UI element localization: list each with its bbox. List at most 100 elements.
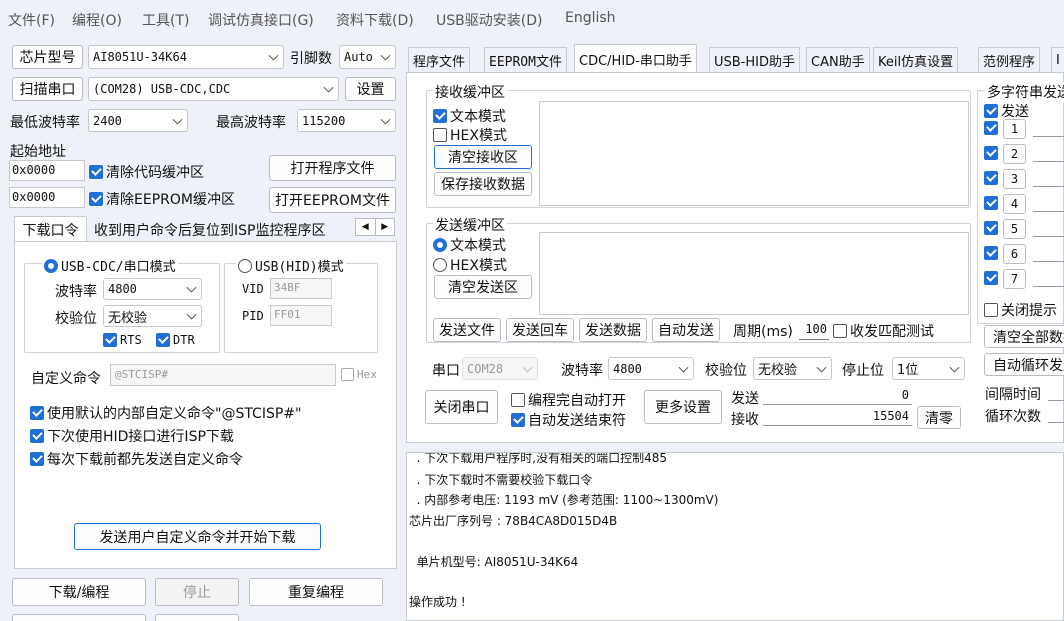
scan-port-button[interactable]: 扫描串口 — [12, 77, 83, 101]
open-eeprom-file-button[interactable]: 打开EEPROM文件 — [269, 187, 396, 213]
stop-button[interactable]: 停止 — [155, 578, 239, 606]
send-hex-mode-radio[interactable]: HEX模式 — [433, 255, 507, 275]
partial-button[interactable] — [155, 614, 239, 621]
clear-receive-button[interactable]: 清空接收区 — [434, 145, 532, 169]
multi-row-send-button[interactable]: 2 — [1003, 144, 1026, 164]
tab-examples[interactable]: 范例程序 — [978, 47, 1041, 72]
chip-type-select[interactable]: AI8051U-34K64 — [88, 45, 284, 69]
port-select[interactable]: (COM28) USB-CDC,CDC — [88, 77, 339, 101]
dtr-checkbox[interactable]: DTR — [156, 333, 195, 347]
period-input[interactable]: 100 — [799, 320, 829, 340]
tab-eeprom-file[interactable]: EEPROM文件 — [484, 47, 567, 72]
settings-button[interactable]: 设置 — [345, 77, 396, 101]
tab-download-password[interactable]: 下载口令 — [14, 216, 87, 242]
menu-debug[interactable]: 调试仿真接口(G) — [208, 10, 314, 30]
stop-bits-select[interactable]: 1位 — [892, 357, 965, 380]
multi-row-checkbox[interactable] — [984, 196, 1001, 210]
auto-send-button[interactable]: 自动发送 — [652, 318, 720, 342]
open-program-file-button[interactable]: 打开程序文件 — [269, 155, 396, 181]
multi-row-checkbox[interactable] — [984, 271, 1001, 285]
send-text-mode-radio[interactable]: 文本模式 — [433, 235, 506, 255]
more-settings-button[interactable]: 更多设置 — [644, 390, 722, 424]
multi-row-send-button[interactable]: 7 — [1003, 269, 1026, 289]
menu-download[interactable]: 资料下载(D) — [336, 10, 414, 30]
multi-row-input[interactable] — [1033, 161, 1064, 162]
multi-row-send-button[interactable]: 4 — [1003, 194, 1026, 214]
receive-textarea[interactable] — [539, 101, 969, 206]
tab-keil-sim[interactable]: Keil仿真设置 — [873, 47, 959, 72]
serial-parity-select[interactable]: 无校验 — [753, 357, 832, 380]
multi-row-checkbox[interactable] — [984, 171, 1001, 185]
max-baud-select[interactable]: 115200 — [297, 109, 396, 132]
partial-button[interactable] — [12, 614, 146, 621]
loop-count-input[interactable] — [1048, 422, 1064, 423]
send-file-button[interactable]: 发送文件 — [433, 318, 501, 342]
multi-row-input[interactable] — [1033, 236, 1064, 237]
repeat-program-button[interactable]: 重复编程 — [249, 578, 383, 606]
chip-type-button[interactable]: 芯片型号 — [12, 45, 83, 69]
hex-checkbox[interactable]: Hex — [341, 368, 377, 381]
baud-select[interactable]: 4800 — [103, 278, 202, 300]
pins-select[interactable]: Auto — [339, 45, 396, 69]
mode-usbcdc-radio[interactable]: USB-CDC/串口模式 — [42, 256, 178, 275]
clear-code-checkbox[interactable]: 清除代码缓冲区 — [89, 162, 204, 182]
multi-row-checkbox[interactable] — [984, 121, 1001, 135]
tab-usb-hid[interactable]: USB-HID助手 — [709, 47, 800, 72]
multi-row-input[interactable] — [1033, 286, 1064, 287]
interval-input[interactable] — [1048, 400, 1064, 401]
send-custom-download-button[interactable]: 发送用户自定义命令并开始下载 — [74, 523, 321, 550]
menu-file[interactable]: 文件(F) — [8, 10, 55, 30]
recv-hex-mode-checkbox[interactable]: HEX模式 — [433, 125, 507, 145]
multi-row-input[interactable] — [1033, 186, 1064, 187]
custom-command-input[interactable]: @STCISP# — [110, 364, 336, 386]
pid-input[interactable]: FF01 — [270, 305, 332, 326]
menu-english[interactable]: English — [565, 10, 616, 26]
match-test-checkbox[interactable]: 收发匹配测试 — [833, 321, 934, 341]
clear-all-button[interactable]: 清空全部数据 — [984, 325, 1064, 348]
menu-tools[interactable]: 工具(T) — [142, 10, 189, 30]
multi-row-input[interactable] — [1033, 261, 1064, 262]
menu-usb-driver[interactable]: USB驱动安装(D) — [436, 10, 542, 30]
address2-input[interactable]: 0x0000 — [9, 187, 85, 208]
scroll-right-icon[interactable]: ▶ — [376, 219, 395, 235]
tab-can[interactable]: CAN助手 — [806, 47, 870, 72]
opt-send-before-checkbox[interactable]: 每次下载前都先发送自定义命令 — [30, 449, 243, 469]
clear-eeprom-checkbox[interactable]: 清除EEPROM缓冲区 — [89, 189, 235, 209]
close-port-button[interactable]: 关闭串口 — [425, 390, 498, 424]
mode-usbhid-radio[interactable]: USB(HID)模式 — [236, 256, 346, 275]
multi-row-send-button[interactable]: 1 — [1003, 119, 1026, 139]
send-enter-button[interactable]: 发送回车 — [506, 318, 574, 342]
multi-send-checkbox[interactable]: 发送 — [984, 101, 1029, 121]
vid-input[interactable]: 34BF — [270, 278, 332, 299]
multi-row-send-button[interactable]: 6 — [1003, 244, 1026, 264]
download-program-button[interactable]: 下载/编程 — [12, 578, 146, 606]
serial-baud-select[interactable]: 4800 — [608, 357, 694, 380]
auto-loop-button[interactable]: 自动循环发送 — [984, 353, 1064, 376]
multi-row-checkbox[interactable] — [984, 221, 1001, 235]
send-textarea[interactable] — [539, 232, 969, 315]
serial-port-select[interactable]: COM28 — [462, 357, 538, 380]
auto-open-checkbox[interactable]: 编程完自动打开 — [511, 390, 626, 410]
multi-row-send-button[interactable]: 5 — [1003, 219, 1026, 239]
multi-row-input[interactable] — [1033, 136, 1064, 137]
parity-select[interactable]: 无校验 — [103, 305, 202, 327]
close-tip-checkbox[interactable]: 关闭提示 — [984, 300, 1057, 320]
address1-input[interactable]: 0x0000 — [9, 160, 85, 181]
multi-row-send-button[interactable]: 3 — [1003, 169, 1026, 189]
tab-cdc-hid-serial[interactable]: CDC/HID-串口助手 — [574, 44, 697, 73]
multi-row-checkbox[interactable] — [984, 246, 1001, 260]
clear-send-button[interactable]: 清空发送区 — [434, 275, 532, 299]
opt-hid-isp-checkbox[interactable]: 下次使用HID接口进行ISP下载 — [30, 426, 234, 446]
min-baud-select[interactable]: 2400 — [88, 109, 188, 132]
send-data-button[interactable]: 发送数据 — [579, 318, 647, 342]
tab-more[interactable]: I — [1051, 47, 1064, 72]
scroll-left-icon[interactable]: ◀ — [356, 219, 376, 235]
multi-row-input[interactable] — [1033, 211, 1064, 212]
opt-default-command-checkbox[interactable]: 使用默认的内部自定义命令"@STCISP#" — [30, 403, 301, 423]
tab-reset-isp[interactable]: 收到用户命令后复位到ISP监控程序区 — [94, 220, 325, 240]
clear-count-button[interactable]: 清零 — [917, 406, 961, 429]
menu-program[interactable]: 编程(O) — [72, 10, 122, 30]
recv-text-mode-checkbox[interactable]: 文本模式 — [433, 106, 506, 126]
tab-program-file[interactable]: 程序文件 — [408, 47, 471, 72]
multi-row-checkbox[interactable] — [984, 146, 1001, 160]
